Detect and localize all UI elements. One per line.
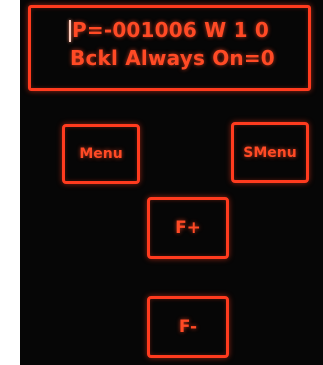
f-minus-button[interactable]: F- bbox=[147, 296, 229, 358]
f-plus-button[interactable]: F+ bbox=[147, 197, 229, 259]
f-minus-button-label: F- bbox=[178, 317, 198, 337]
display-line-2: Bckl Always On=0 bbox=[70, 46, 275, 70]
menu-button[interactable]: Menu bbox=[62, 124, 140, 184]
menu-button-label: Menu bbox=[79, 146, 123, 162]
text-cursor bbox=[69, 20, 71, 42]
smenu-button[interactable]: SMenu bbox=[231, 122, 309, 183]
f-plus-button-label: F+ bbox=[175, 218, 201, 238]
display-line-1: P=-001006 W 1 0 bbox=[72, 18, 269, 42]
smenu-button-label: SMenu bbox=[243, 144, 297, 161]
device-screen: P=-001006 W 1 0 Bckl Always On=0 Menu SM… bbox=[20, 0, 323, 365]
